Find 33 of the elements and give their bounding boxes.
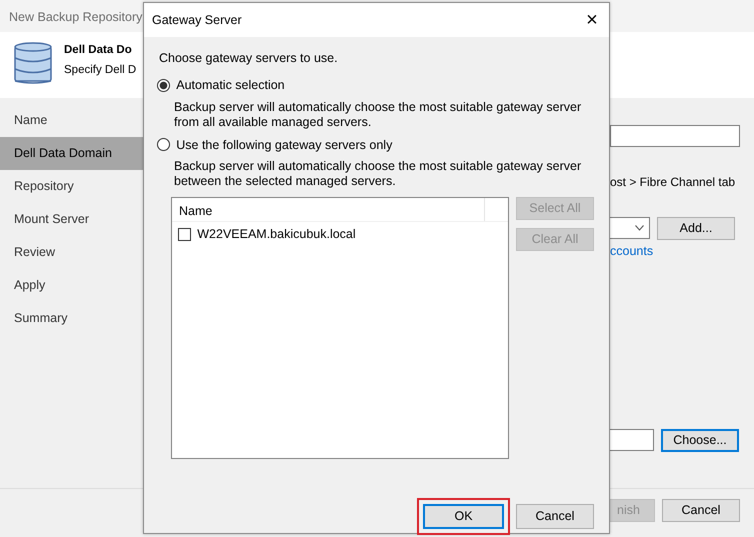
page-subtitle: Specify Dell D [64,63,136,78]
wizard-step[interactable]: Apply [0,269,144,302]
server-name: W22VEEAM.bakicubuk.local [197,226,356,244]
wizard-step[interactable]: Review [0,236,144,269]
choose-button[interactable]: Choose... [661,428,739,452]
option-description: Backup server will automatically choose the most suitable gateway server between the selected managed servers. [174,159,582,190]
prompt-text: Choose gateway servers to use. [159,50,339,67]
wizard-step[interactable]: Repository [0,170,144,203]
dropdown[interactable] [610,217,650,239]
chevron-icon [635,225,644,231]
option-label[interactable]: Use the following gateway servers only [176,136,392,154]
wizard-step[interactable]: Dell Data Domain [0,137,144,170]
option-label[interactable]: Automatic selection [176,76,285,94]
dialog-button[interactable]: Cancel [516,504,594,530]
close-button[interactable]: × [575,10,609,30]
column-header: Name [172,198,485,222]
option-description: Backup server will automatically choose the most suitable gateway server from all available managed servers. [174,100,582,130]
accounts-link[interactable]: ccounts [610,242,654,261]
hint-text: ost > Fibre Channel tab [610,174,736,191]
wizard-step[interactable]: Mount Server [0,203,144,236]
page-heading: Dell Data Do [64,43,133,58]
checkbox[interactable] [178,228,191,242]
radio-button[interactable] [157,78,170,92]
dialog-button[interactable]: OK [423,504,504,530]
wizard-step[interactable]: Summary [0,302,144,335]
dialog-title: Gateway Server [152,12,242,29]
database-icon [14,42,52,86]
add-button[interactable]: Add... [657,217,735,240]
path-field[interactable] [610,428,654,451]
text-field[interactable] [610,125,740,147]
footer-button[interactable]: Cancel [662,499,740,522]
wizard-step[interactable]: Name [0,104,144,137]
radio-button[interactable] [157,138,170,152]
